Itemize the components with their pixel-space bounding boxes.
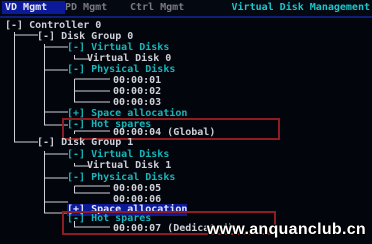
tree-virtual-disk-1[interactable]: Virtual Disk 1 — [87, 160, 171, 172]
watermark-text: www.anquanclub.cn — [206, 221, 366, 238]
tree-disk-group-1[interactable]: [-] Disk Group 1 — [37, 137, 133, 149]
raid-config-screen: VD Mgmt PD Mgmt Ctrl Mgmt Virtual Disk M… — [0, 0, 372, 244]
